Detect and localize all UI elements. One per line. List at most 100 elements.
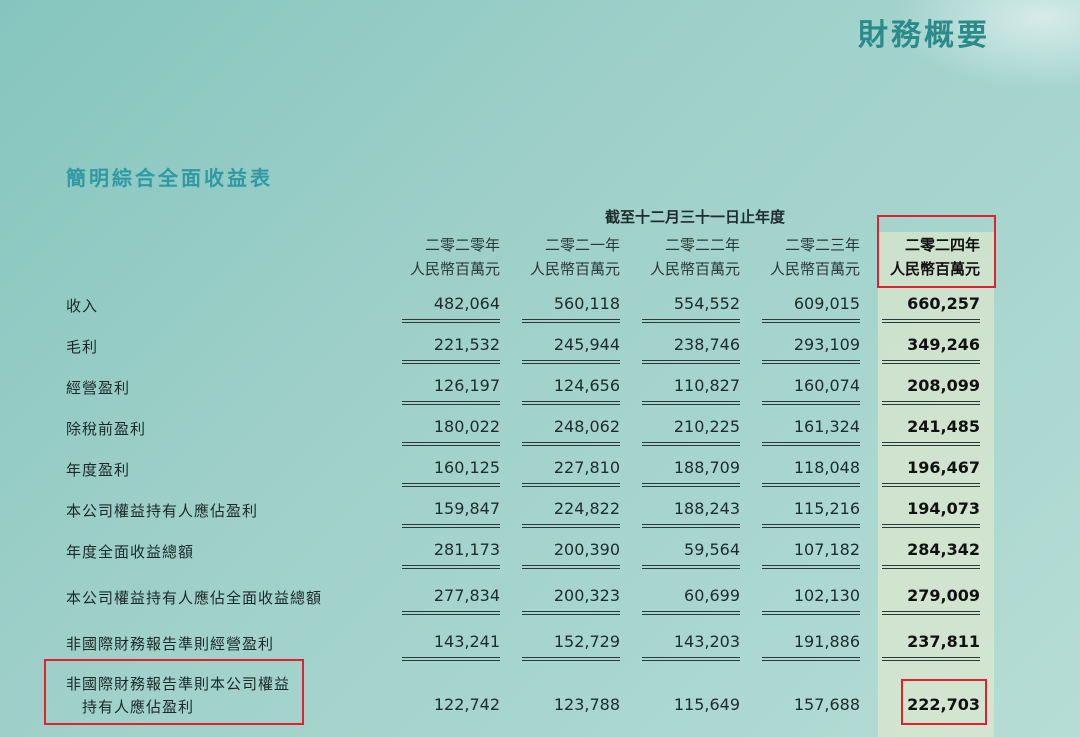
double-underline <box>642 611 740 615</box>
table-cell: 157,688 <box>793 695 860 714</box>
row-label: 除稅前盈利 <box>66 420 147 438</box>
double-underline <box>402 442 500 446</box>
table-cell: 161,324 <box>793 417 860 436</box>
double-underline <box>642 483 740 487</box>
table-cell: 349,246 <box>907 335 980 354</box>
double-underline <box>402 483 500 487</box>
page-title: 財務概要 <box>858 18 990 53</box>
table-cell: 118,048 <box>793 458 860 477</box>
double-underline <box>642 401 740 405</box>
double-underline <box>642 319 740 323</box>
double-underline <box>402 611 500 615</box>
table-cell: 200,390 <box>553 540 620 559</box>
double-underline <box>402 565 500 569</box>
double-underline <box>642 360 740 364</box>
table-cell: 143,203 <box>673 632 740 651</box>
table-cell: 277,834 <box>433 586 500 605</box>
table-cell: 152,729 <box>553 632 620 651</box>
table-cell: 123,788 <box>553 695 620 714</box>
double-underline <box>522 360 620 364</box>
table-cell: 196,467 <box>907 458 980 477</box>
table-cell: 110,827 <box>673 376 740 395</box>
double-underline <box>642 442 740 446</box>
row-label: 經營盈利 <box>66 379 131 397</box>
double-underline <box>882 611 980 615</box>
section-title: 簡明綜合全面收益表 <box>66 166 273 190</box>
column-unit: 人民幣百萬元 <box>409 260 500 278</box>
table-cell: 237,811 <box>907 632 980 651</box>
table-cell: 284,342 <box>907 540 980 559</box>
row-label: 毛利 <box>66 338 99 356</box>
table-cell: 560,118 <box>553 294 620 313</box>
table-cell: 245,944 <box>553 335 620 354</box>
table-cell: 60,699 <box>684 586 740 605</box>
double-underline <box>522 565 620 569</box>
column-header: 二零二一年人民幣百萬元 <box>500 233 620 281</box>
double-underline <box>522 524 620 528</box>
double-underline <box>882 360 980 364</box>
double-underline <box>882 657 980 661</box>
double-underline <box>522 657 620 661</box>
double-underline <box>882 442 980 446</box>
row-label: 非國際財務報告準則經營盈利 <box>66 635 275 653</box>
table-cell: 143,241 <box>433 632 500 651</box>
table-cell: 59,564 <box>684 540 740 559</box>
double-underline <box>522 442 620 446</box>
double-underline <box>762 401 860 405</box>
table-cell: 482,064 <box>433 294 500 313</box>
double-underline <box>402 657 500 661</box>
table-cell: 241,485 <box>907 417 980 436</box>
table-cell: 188,243 <box>673 499 740 518</box>
table-cell: 107,182 <box>793 540 860 559</box>
double-underline <box>762 360 860 364</box>
column-year: 二零二零年 <box>424 236 500 254</box>
column-unit: 人民幣百萬元 <box>529 260 620 278</box>
column-year: 二零二一年 <box>544 236 620 254</box>
table-cell: 210,225 <box>673 417 740 436</box>
annotation-box-2024-header <box>877 215 996 288</box>
table-cell: 221,532 <box>433 335 500 354</box>
table-cell: 122,742 <box>433 695 500 714</box>
table-cell: 609,015 <box>793 294 860 313</box>
double-underline <box>882 565 980 569</box>
column-year: 二零二三年 <box>784 236 860 254</box>
table-cell: 115,649 <box>673 695 740 714</box>
double-underline <box>402 524 500 528</box>
table-cell: 115,216 <box>793 499 860 518</box>
double-underline <box>402 401 500 405</box>
column-header: 二零二三年 人民幣百萬元 <box>740 233 860 281</box>
period-label: 截至十二月三十一日止年度 <box>604 208 785 226</box>
row-label: 本公司權益持有人應佔全面收益總額 <box>66 589 323 607</box>
double-underline <box>402 319 500 323</box>
double-underline <box>522 483 620 487</box>
row-label: 收入 <box>66 297 99 315</box>
column-header: 二零二二年 人民幣百萬元 <box>620 233 740 281</box>
row-label: 本公司權益持有人應佔盈利 <box>66 502 259 520</box>
double-underline <box>762 483 860 487</box>
table-cell: 191,886 <box>793 632 860 651</box>
table-cell: 102,130 <box>793 586 860 605</box>
table-cell: 200,323 <box>553 586 620 605</box>
double-underline <box>642 565 740 569</box>
table-cell: 124,656 <box>553 376 620 395</box>
double-underline <box>762 611 860 615</box>
double-underline <box>522 611 620 615</box>
row-label: 年度全面收益總額 <box>66 543 195 561</box>
annotation-box-last-row-label <box>44 659 304 725</box>
table-cell: 126,197 <box>433 376 500 395</box>
row-label: 年度盈利 <box>66 461 131 479</box>
double-underline <box>522 401 620 405</box>
double-underline <box>402 360 500 364</box>
table-cell: 281,173 <box>433 540 500 559</box>
double-underline <box>642 524 740 528</box>
double-underline <box>762 565 860 569</box>
column-unit: 人民幣百萬元 <box>649 260 740 278</box>
table-cell: 159,847 <box>433 499 500 518</box>
annotation-box-last-row-value <box>901 679 987 725</box>
double-underline <box>522 319 620 323</box>
table-cell: 554,552 <box>673 294 740 313</box>
table-cell: 194,073 <box>907 499 980 518</box>
table-cell: 227,810 <box>553 458 620 477</box>
column-header: 二零二零年人民幣百萬元 <box>380 233 500 281</box>
double-underline <box>642 657 740 661</box>
